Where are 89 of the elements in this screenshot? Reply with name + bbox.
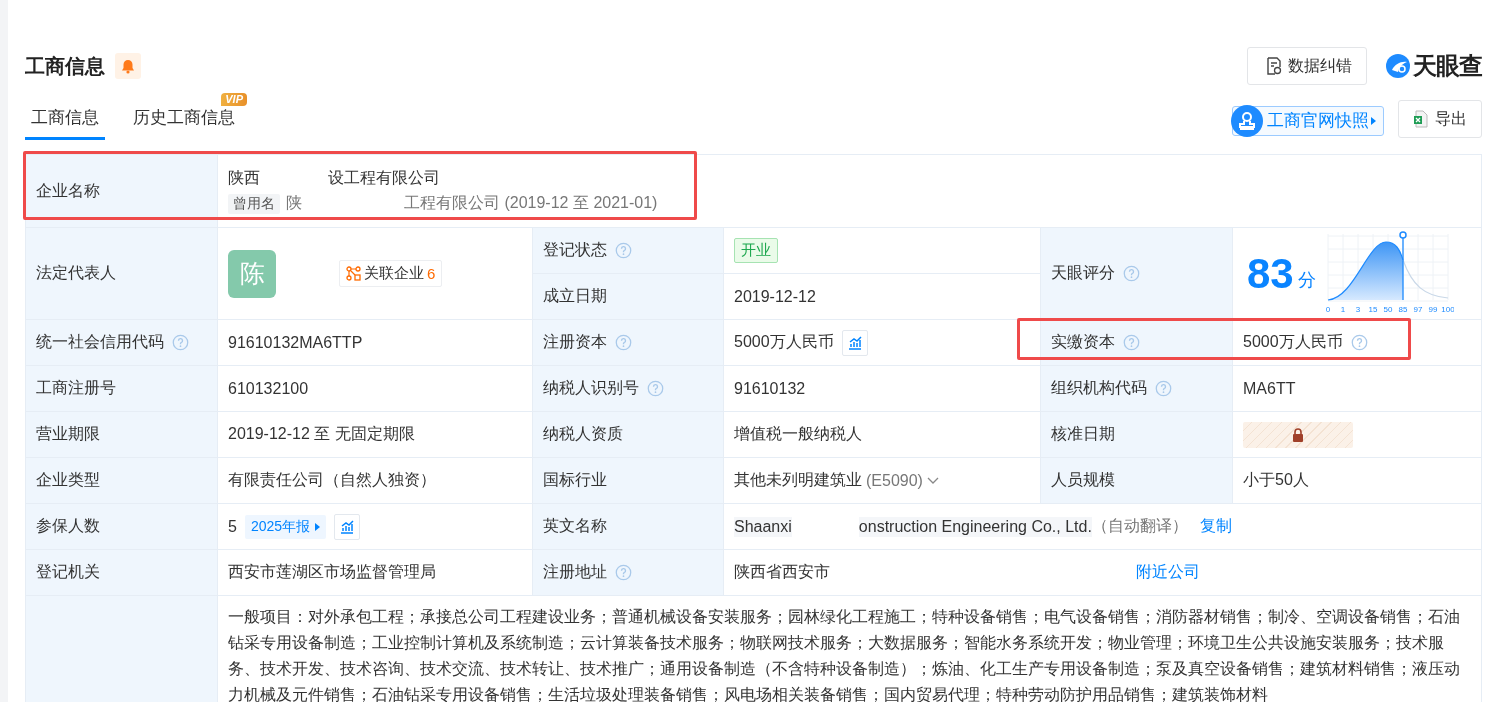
- section-title: 工商信息: [25, 53, 105, 79]
- field-label: 统一社会信用代码: [36, 332, 164, 352]
- avatar: 陈: [228, 249, 276, 298]
- logo-icon: [1385, 53, 1411, 79]
- trend-chart-button[interactable]: [841, 329, 868, 356]
- former-name: 工程有限公司 (2019-12 至 2021-01): [404, 193, 658, 213]
- field-label: 法定代表人: [36, 263, 116, 283]
- bell-icon[interactable]: [115, 53, 141, 79]
- field-label: 纳税人资质: [543, 424, 623, 444]
- bar-chart-icon: [339, 518, 356, 535]
- help-icon: [1155, 380, 1172, 397]
- help-icon: [1350, 334, 1368, 351]
- status-tag: 开业: [734, 238, 778, 263]
- feedback-button[interactable]: 数据纠错: [1247, 47, 1367, 85]
- stamp-icon: [1231, 104, 1263, 137]
- field-value: 5000万人民币: [1243, 332, 1343, 352]
- former-name: 陕: [286, 193, 302, 213]
- field-label: 企业名称: [36, 180, 100, 201]
- field-label: 工商注册号: [36, 378, 116, 398]
- caret-icon: [314, 522, 321, 531]
- network-icon: [346, 266, 361, 281]
- field-value: 5: [228, 517, 237, 536]
- field-label: 注册地址: [543, 562, 607, 582]
- company-name: 设工程有限公司: [328, 168, 440, 188]
- field-label: 国标行业: [543, 470, 607, 490]
- lock-icon: [1291, 427, 1305, 442]
- related-count: 6: [427, 265, 436, 282]
- field-label: 登记状态: [543, 240, 607, 260]
- export-button[interactable]: 导出: [1398, 100, 1482, 138]
- industry-code: (E5090): [866, 471, 923, 490]
- tick-label: 97: [1413, 304, 1423, 314]
- field-label: 参保人数: [36, 516, 100, 536]
- locked-field[interactable]: [1243, 421, 1353, 448]
- help-icon: [615, 334, 632, 351]
- field-label: 成立日期: [543, 286, 607, 306]
- field-value: MA6TT: [1233, 366, 1482, 412]
- spreadsheet-icon: [1413, 110, 1429, 128]
- field-label: 人员规模: [1051, 470, 1115, 490]
- field-label: 天眼评分: [1051, 263, 1115, 283]
- help-icon: [172, 334, 189, 351]
- nearby-companies-link[interactable]: 附近公司: [1136, 562, 1200, 583]
- tick-label: 99: [1428, 304, 1438, 314]
- tick-label: 15: [1368, 304, 1378, 314]
- related-label: 关联企业: [364, 264, 424, 283]
- logo-text: 天眼查: [1413, 51, 1482, 81]
- field-label: 企业类型: [36, 470, 100, 490]
- field-label: 实缴资本: [1051, 332, 1115, 352]
- field-label: 营业期限: [36, 424, 100, 444]
- field-label: 核准日期: [1051, 424, 1115, 444]
- related-companies-tag[interactable]: 关联企业 6: [339, 260, 443, 287]
- field-value: 小于50人: [1233, 458, 1482, 504]
- tick-label: 100: [1441, 304, 1454, 314]
- caret-icon: [1369, 115, 1377, 126]
- help-icon: [615, 242, 632, 259]
- field-label: 英文名称: [543, 516, 607, 536]
- field-value: 陕西省西安市: [734, 562, 831, 582]
- help-icon: [1123, 265, 1140, 282]
- english-name: Shaanxi: [734, 516, 792, 537]
- translation-note: （自动翻译）: [1091, 516, 1188, 536]
- bar-chart-icon: [846, 334, 863, 351]
- tab[interactable]: 历史工商信息: [127, 105, 241, 140]
- trend-chart-button[interactable]: [334, 513, 361, 540]
- field-label: 登记机关: [36, 562, 100, 582]
- tab[interactable]: 工商信息: [25, 105, 105, 140]
- document-icon: [1266, 57, 1282, 75]
- field-value: 2019-12-12: [724, 274, 1041, 320]
- help-icon: [615, 564, 632, 581]
- tick-label: 50: [1383, 304, 1393, 314]
- score-value: 83: [1247, 249, 1294, 298]
- tick-label: 3: [1355, 304, 1360, 314]
- tick-label: 85: [1398, 304, 1408, 314]
- field-value: 5000万人民币: [734, 332, 834, 352]
- help-icon: [1123, 334, 1140, 351]
- copy-link[interactable]: 复制: [1199, 516, 1232, 537]
- field-label: 纳税人识别号: [543, 378, 639, 398]
- field-label: 注册资本: [543, 332, 607, 352]
- score-unit: 分: [1297, 268, 1316, 292]
- former-name-tag: 曾用名: [228, 193, 280, 214]
- field-label: 组织机构代码: [1051, 378, 1147, 398]
- chevron-down-icon[interactable]: [926, 476, 939, 485]
- vip-badge: VIP: [221, 93, 247, 106]
- help-icon: [647, 380, 664, 397]
- business-scope: 一般项目：对外承包工程；承接总公司工程建设业务；普通机械设备安装服务；园林绿化工程施工；特种设备销售；电气设备销售；消防器材销售；制冷、空调设备销售；石油钻采专用设备制造；工业控制计算机及系统制造；云计算装备技术服务；物联网技术服务；大数据服务；智能水务系统开发；物业管理；环境卫生公共设施安装服务；技术服务、技术开发、技术咨询、技术交流、技术转让、技术推广；通用设备制造（不含特种设备制造）；炼油、化工生产专用设备制造；泵及真空设备销售；建筑材料销售；液压动力机械及元件销售；石油钻采专用设备销售；生活垃圾处理装备销售；风电场相关装备销售；国内贸易代理；特种劳动防护用品销售；建筑装饰材料: [218, 596, 1482, 702]
- tick-label: 1: [1340, 304, 1345, 314]
- snapshot-button[interactable]: 工商官网快照: [1232, 105, 1384, 136]
- company-name: 陕西: [228, 168, 260, 188]
- english-name: onstruction Engineering Co., Ltd.: [858, 516, 1092, 537]
- tick-label: 0: [1325, 304, 1330, 314]
- field-value: 其他未列明建筑业: [734, 470, 862, 490]
